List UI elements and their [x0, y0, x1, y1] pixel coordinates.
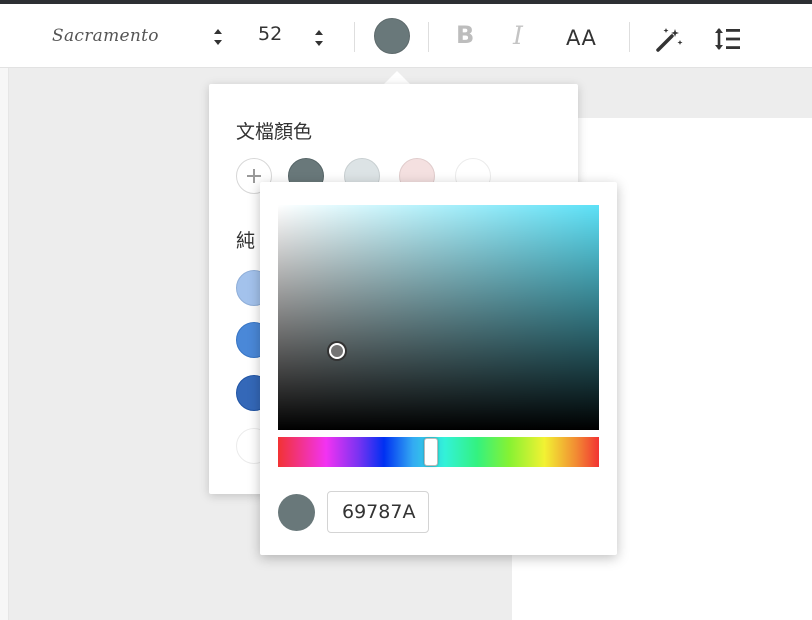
font-family-select[interactable]: Sacramento	[52, 26, 159, 46]
saturation-value-area[interactable]	[278, 205, 599, 430]
letter-case-button[interactable]: AA	[566, 26, 596, 50]
bold-button[interactable]: B	[456, 21, 474, 49]
left-rail	[0, 68, 9, 620]
hue-slider[interactable]	[278, 437, 599, 467]
document-colors-title: 文檔顏色	[236, 121, 313, 143]
toolbar-divider	[428, 22, 429, 52]
font-size-stepper-icon[interactable]	[313, 27, 325, 49]
magic-wand-icon[interactable]	[656, 26, 686, 56]
toolbar-divider	[354, 22, 355, 52]
text-color-button[interactable]	[374, 18, 410, 54]
line-spacing-icon[interactable]	[714, 26, 742, 56]
italic-button[interactable]: I	[513, 21, 523, 50]
font-size-value[interactable]: 52	[258, 23, 282, 45]
solid-colors-title: 純	[236, 230, 256, 252]
popup-pointer	[384, 71, 410, 84]
text-toolbar: Sacramento 52 B I AA	[0, 4, 812, 68]
color-preview	[278, 494, 315, 531]
color-picker-handle[interactable]	[329, 343, 345, 359]
hue-slider-handle[interactable]	[424, 438, 438, 466]
hex-color-input[interactable]	[327, 491, 429, 533]
toolbar-divider	[629, 22, 630, 52]
font-stepper-icon[interactable]	[212, 26, 224, 48]
color-picker-panel	[260, 182, 617, 555]
